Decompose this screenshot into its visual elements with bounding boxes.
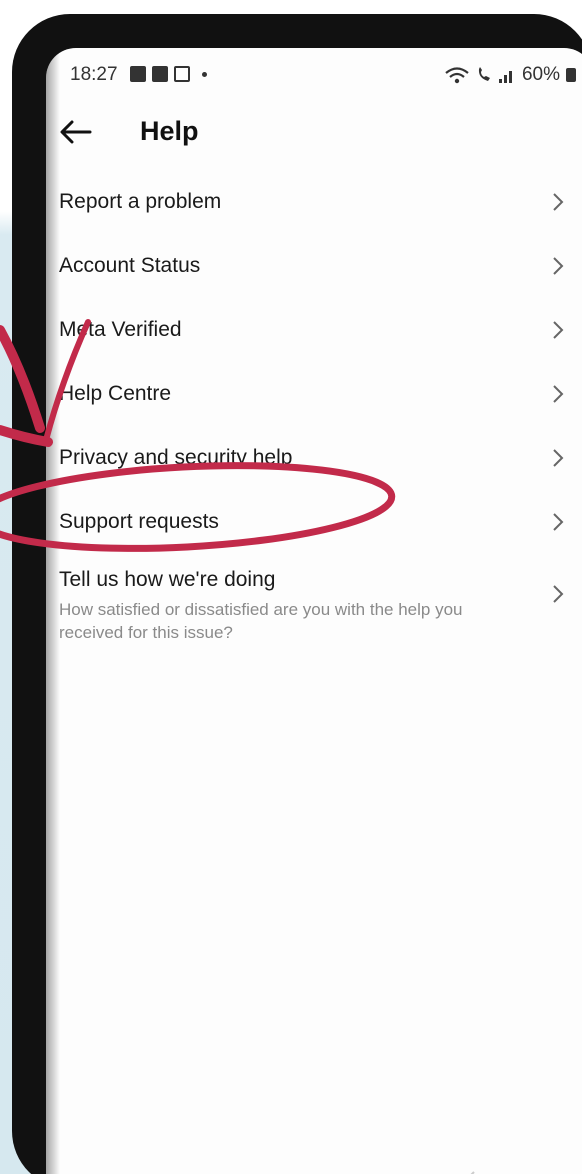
back-arrow-icon[interactable] (58, 114, 94, 150)
menu-item-privacy-and-security-help[interactable]: Privacy and security help (46, 426, 582, 490)
menu-item-label: Account Status (59, 254, 201, 277)
chevron-right-icon (553, 513, 564, 531)
menu-item-sublabel: How satisfied or dissatisfied are you wi… (59, 600, 463, 642)
chevron-right-icon (553, 385, 564, 403)
navigation-bar (470, 1171, 475, 1174)
menu-item-label: Meta Verified (59, 318, 182, 341)
battery-percent: 60% (521, 64, 560, 85)
status-bar: 18:27 60% (46, 60, 582, 90)
menu-item-help-centre[interactable]: Help Centre (46, 362, 582, 426)
menu-item-label: Tell us how we're doing (59, 568, 276, 591)
help-menu: Report a problem Account Status Meta Ver… (46, 170, 582, 642)
menu-item-account-status[interactable]: Account Status (46, 234, 582, 298)
status-time: 18:27 (70, 64, 118, 85)
call-icon (478, 67, 490, 81)
menu-item-support-requests[interactable]: Support requests (46, 490, 582, 554)
chevron-right-icon (553, 585, 564, 603)
menu-item-report-a-problem[interactable]: Report a problem (46, 170, 582, 234)
checkbox-icon (152, 66, 168, 82)
menu-item-label: Help Centre (59, 382, 172, 405)
battery-icon (566, 68, 576, 82)
chevron-right-icon (553, 449, 564, 467)
menu-item-meta-verified[interactable]: Meta Verified (46, 298, 582, 362)
menu-item-feedback[interactable]: Tell us how we're doing How satisfied or… (46, 554, 582, 642)
gallery-icon (130, 66, 146, 82)
chevron-right-icon (553, 257, 564, 275)
phone-screen: 18:27 60% Help Report a problem Account … (46, 48, 582, 1174)
app-header: Help (46, 112, 582, 152)
menu-item-label: Report a problem (59, 190, 222, 213)
signal-icon (498, 71, 512, 83)
phone-frame: 18:27 60% Help Report a problem Account … (12, 14, 582, 1174)
wifi-icon (445, 67, 469, 84)
chevron-right-icon (553, 193, 564, 211)
notification-icons (130, 66, 207, 82)
menu-item-label: Support requests (59, 510, 219, 533)
status-right: 60% (444, 64, 576, 86)
chevron-right-icon (553, 321, 564, 339)
calendar-icon (174, 66, 190, 82)
menu-item-label: Privacy and security help (59, 446, 293, 469)
page-title: Help (140, 116, 199, 146)
more-notifications-icon (202, 71, 207, 77)
